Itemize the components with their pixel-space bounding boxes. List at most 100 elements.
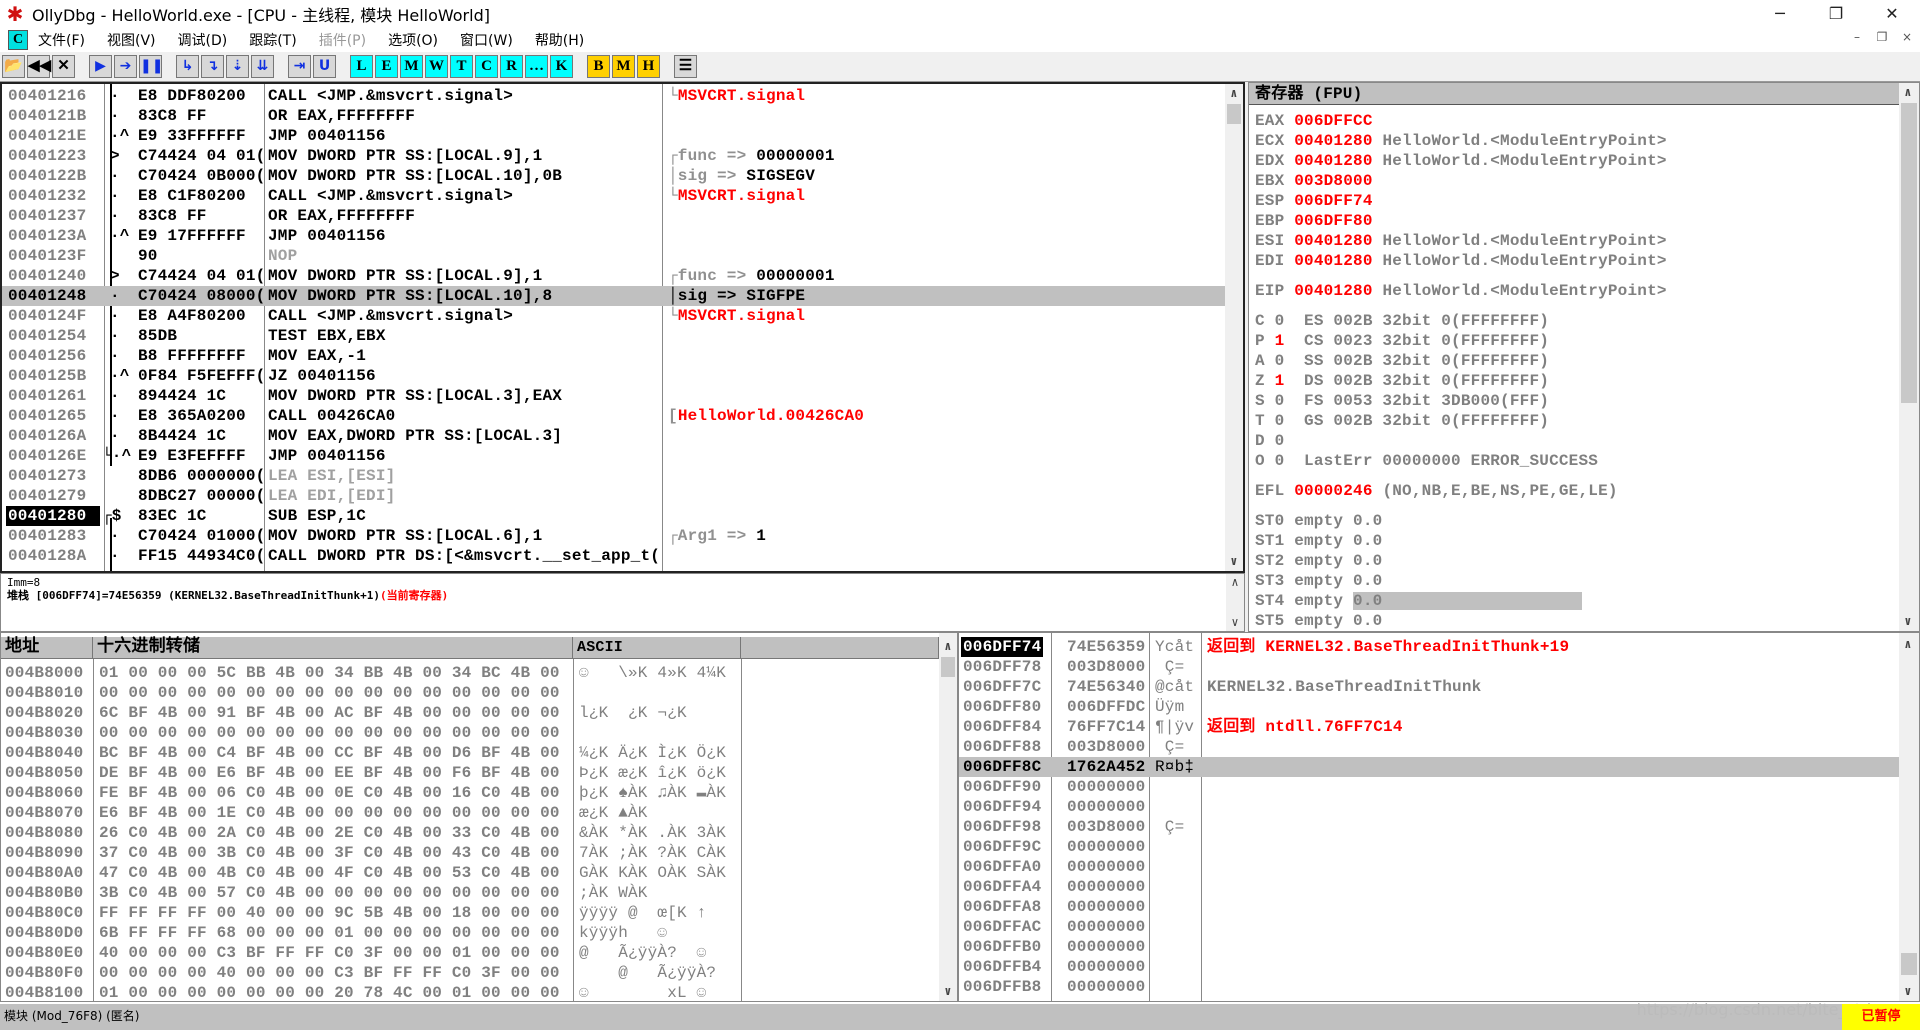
stack-row[interactable]: 006DFF78 003D8000 Ç= [959,657,1899,677]
register-line[interactable]: EBP 006DFF80 [1249,211,1899,231]
disasm-row[interactable]: 0040122B · C70424 0B000(MOV DWORD PTR SS:[… [2,166,1225,186]
trace-into-button[interactable]: ⇣ [226,55,249,78]
close-button[interactable]: ✕ [52,55,75,78]
register-line[interactable]: C 0 ES 002B 32bit 0(FFFFFFFF) [1249,311,1899,331]
mdi-close-button[interactable]: × [1896,30,1918,44]
menu-item-4[interactable]: 插件(P) [319,30,366,50]
threads-button[interactable]: T [450,55,473,78]
stack-row[interactable]: 006DFFA8 00000000 [959,897,1899,917]
mdi-minimize-button[interactable]: – [1846,30,1868,44]
scroll-down-icon[interactable]: ∨ [939,984,957,999]
stack-row[interactable]: 006DFFA0 00000000 [959,857,1899,877]
disasm-row[interactable]: 0040125B ·^ 0F84 F5FEFFF(JZ 00401156 [2,366,1225,386]
trace-over-button[interactable]: ⇊ [251,55,274,78]
scroll-up-icon[interactable]: ∧ [1225,86,1243,101]
step-over-button[interactable]: ↴ [201,55,224,78]
disasm-row[interactable]: 00401280 ┌$ 83EC 1C SUB ESP,1C [2,506,1225,526]
register-line[interactable]: ECX 00401280 HelloWorld.<ModuleEntryPoin… [1249,131,1899,151]
disasm-row[interactable]: 0040124F · E8 A4F80200 CALL <JMP.&msvcrt.si… [2,306,1225,326]
stack-row[interactable]: 006DFFAC 00000000 [959,917,1899,937]
run-button[interactable]: ▶ [89,55,112,78]
stack-scrollbar[interactable]: ∧ ∨ [1899,633,1919,1001]
stack-row[interactable]: 006DFF90 00000000 [959,777,1899,797]
column-header-address[interactable]: 地址 [1,637,93,659]
disasm-row[interactable]: 00401261 · 894424 1C MOV DWORD PTR SS:[LOCA… [2,386,1225,406]
registers-scrollbar[interactable]: ∧ ∨ [1899,83,1919,631]
breakpoints-button[interactable]: B [587,55,610,78]
scroll-down-icon[interactable]: ∨ [1226,616,1244,629]
scroll-up-icon[interactable]: ∧ [1899,637,1917,652]
cpu-window-icon[interactable]: C [8,30,28,50]
disasm-row[interactable]: 00401248 · C70424 08000(MOV DWORD PTR SS:[… [2,286,1225,306]
register-line[interactable]: ST2 empty 0.0 [1249,551,1899,571]
disasm-row[interactable]: 00401273 8DB6 0000000(LEA ESI,[ESI] [2,466,1225,486]
run-thread-button[interactable]: ➔ [114,55,137,78]
register-line[interactable]: EAX 006DFFCC [1249,111,1899,131]
disasm-row[interactable]: 00401223 > C74424 04 01(MOV DWORD PTR SS:[… [2,146,1225,166]
disasm-row[interactable]: 0040121E ·^ E9 33FFFFFF JMP 00401156 [2,126,1225,146]
register-line[interactable]: EDX 00401280 HelloWorld.<ModuleEntryPoin… [1249,151,1899,171]
disasm-row[interactable]: 0040121B · 83C8 FF OR EAX,FFFFFFFF [2,106,1225,126]
disasm-row[interactable]: 00401283 · C70424 01000(MOV DWORD PTR SS:[… [2,526,1225,546]
close-button[interactable]: ✕ [1864,0,1920,28]
register-line[interactable]: D 0 [1249,431,1899,451]
register-line[interactable]: ST1 empty 0.0 [1249,531,1899,551]
registers-pane[interactable]: 寄存器 (FPU) EAX 006DFFCC ECX 00401280 Hello… [1248,82,1920,632]
scroll-up-icon[interactable]: ∧ [939,639,957,654]
disasm-row[interactable]: 00401237 · 83C8 FF OR EAX,FFFFFFFF [2,206,1225,226]
execute-till-return-button[interactable]: ⇥ [288,55,311,78]
disasm-row[interactable]: 00401240 > C74424 04 01(MOV DWORD PTR SS:[… [2,266,1225,286]
dump-scrollbar[interactable]: ∧ ∨ [939,633,957,1001]
hardware-breakpoints-button[interactable]: H [637,55,660,78]
disasm-row[interactable]: 00401265 · E8 365A0200 CALL 00426CA0 [HelloW… [2,406,1225,426]
memory-breakpoints-button[interactable]: M [612,55,635,78]
register-line[interactable]: EBX 003D8000 [1249,171,1899,191]
disasm-row[interactable]: 00401279 8DBC27 00000(LEA EDI,[EDI] [2,486,1225,506]
disasm-row[interactable]: 00401254 · 85DB TEST EBX,EBX [2,326,1225,346]
stack-row[interactable]: 006DFF88 003D8000 Ç= [959,737,1899,757]
scroll-down-icon[interactable]: ∨ [1225,554,1243,569]
menu-item-6[interactable]: 窗口(W) [460,30,513,50]
restore-button[interactable]: ❐ [1808,0,1864,28]
info-scrollbar[interactable]: ∧ ∨ [1226,574,1244,631]
stack-row[interactable]: 006DFF9C 00000000 [959,837,1899,857]
stack-row[interactable]: 006DFFB0 00000000 [959,937,1899,957]
scroll-down-icon[interactable]: ∨ [1899,984,1917,999]
register-line[interactable]: Z 1 DS 002B 32bit 0(FFFFFFFF) [1249,371,1899,391]
scrollbar-thumb[interactable] [1227,104,1241,124]
menu-item-7[interactable]: 帮助(H) [535,30,584,50]
menu-item-5[interactable]: 选项(O) [388,30,438,50]
disasm-row[interactable]: 0040123A ·^ E9 17FFFFFF JMP 00401156 [2,226,1225,246]
register-line[interactable]: P 1 CS 0023 32bit 0(FFFFFFFF) [1249,331,1899,351]
memory-button[interactable]: M [400,55,423,78]
menu-item-1[interactable]: 视图(V) [107,30,156,50]
open-button[interactable]: 📂 [2,55,25,78]
stack-row[interactable]: 006DFF98 003D8000 Ç= [959,817,1899,837]
execute-till-user-code-button[interactable]: U [313,55,336,78]
register-line[interactable]: A 0 SS 002B 32bit 0(FFFFFFFF) [1249,351,1899,371]
pause-button[interactable]: ❚❚ [139,55,163,78]
scroll-up-icon[interactable]: ∧ [1899,85,1917,100]
scrollbar-thumb[interactable] [1901,953,1917,975]
menu-item-3[interactable]: 跟踪(T) [249,30,296,50]
stack-row[interactable]: 006DFF7C 74E56340 @cåt KERNEL32.BaseThreadI… [959,677,1899,697]
register-line[interactable]: ST5 empty 0.0 [1249,611,1899,631]
scroll-up-icon[interactable]: ∧ [1226,576,1244,589]
register-line[interactable]: ST3 empty 0.0 [1249,571,1899,591]
disassembly-pane[interactable]: ∧ ∨ 00401216 · E8 DDF80200 CALL <JMP.&msvcr… [0,82,1245,573]
restart-button[interactable]: ◀◀ [27,55,51,78]
minimize-button[interactable]: ─ [1752,0,1808,28]
register-line[interactable]: S 0 FS 0053 32bit 3DB000(FFF) [1249,391,1899,411]
stack-pane[interactable]: ∧ ∨ 006DFF74 74E56359 Ycåt 返回到 KERNEL32.Bas… [958,632,1920,1002]
scroll-down-icon[interactable]: ∨ [1899,614,1917,629]
menu-item-0[interactable]: 文件(F) [38,30,85,50]
stack-row[interactable]: 006DFF80 006DFFDC Üÿm [959,697,1899,717]
memory-dump-pane[interactable]: 地址 十六进制转储 ASCII ∧ ∨ 004B8000 01 00 00 00 … [0,632,958,1002]
column-header-ascii[interactable]: ASCII [573,637,741,659]
register-line[interactable]: ESI 00401280 HelloWorld.<ModuleEntryPoin… [1249,231,1899,251]
register-line[interactable]: O 0 LastErr 00000000 ERROR_SUCCESS [1249,451,1899,471]
stack-row[interactable]: 006DFFB4 00000000 [959,957,1899,977]
stack-row[interactable]: 006DFF8C 1762A452 R¤b‡ [959,757,1899,777]
column-header-hex[interactable]: 十六进制转储 [93,637,573,659]
references-button[interactable]: R [500,55,523,78]
